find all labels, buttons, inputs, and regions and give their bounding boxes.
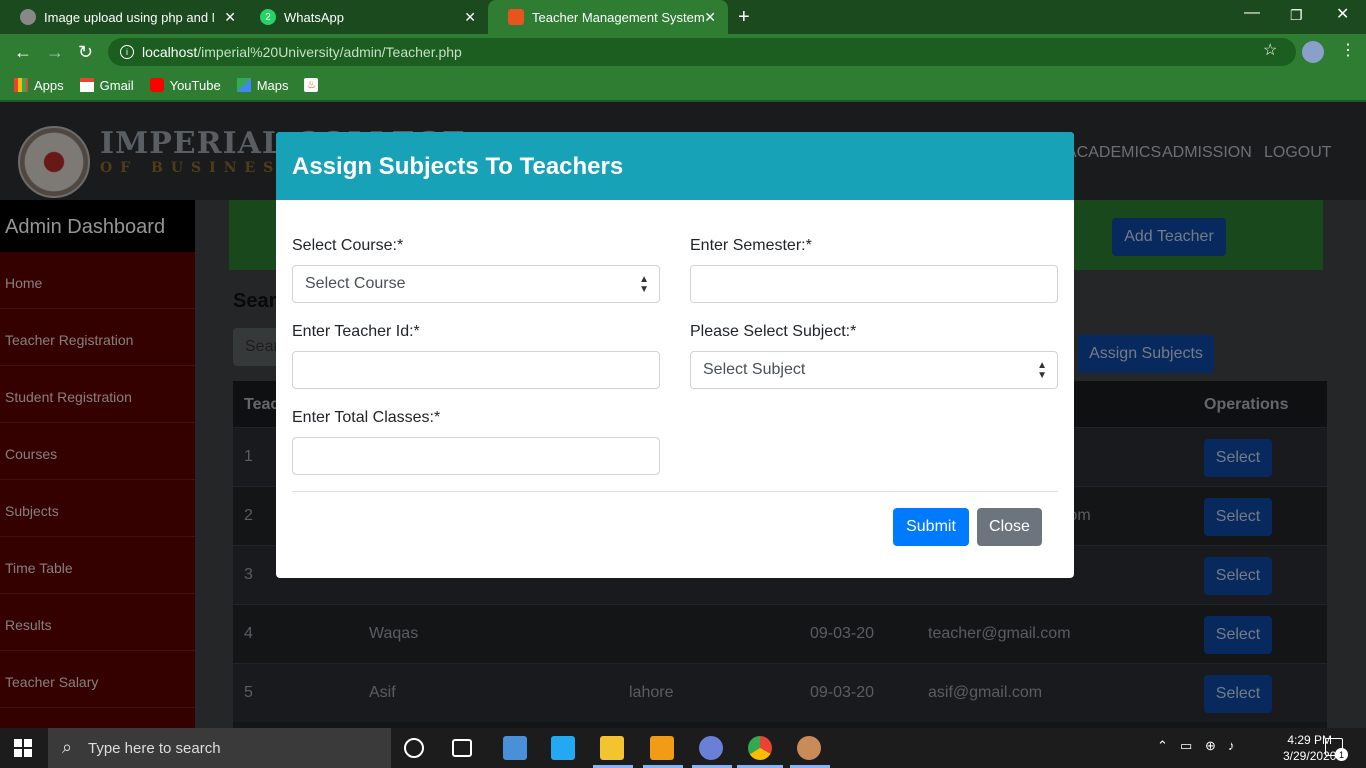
maps-icon <box>236 78 251 92</box>
bookmark-unnamed[interactable]: ♨ <box>304 78 319 92</box>
submit-button[interactable]: Submit <box>893 508 969 546</box>
tab-whatsapp[interactable]: 2 WhatsApp ✕ <box>240 0 488 34</box>
minimize-icon[interactable]: — <box>1244 4 1260 22</box>
whatsapp-icon: 2 <box>260 9 276 25</box>
info-icon[interactable]: i <box>120 45 134 59</box>
bookmark-youtube[interactable]: YouTube <box>149 78 221 93</box>
paint-icon[interactable] <box>797 736 821 760</box>
bookmark-apps[interactable]: Apps <box>14 78 64 93</box>
select-caret-icon: ▲ ▼ <box>639 274 649 295</box>
chrome-alt-icon[interactable] <box>699 736 723 760</box>
modal-title: Assign Subjects To Teachers <box>276 132 1074 200</box>
subject-label: Please Select Subject:* <box>690 323 857 340</box>
course-label: Select Course:* <box>292 237 404 254</box>
close-tab-icon[interactable]: ✕ <box>224 9 236 26</box>
battery-icon[interactable]: ▭ <box>1180 738 1192 754</box>
course-select[interactable]: Select Course ▲ ▼ <box>292 265 660 303</box>
kebab-menu-icon[interactable]: ⋮ <box>1340 40 1356 60</box>
cortana-icon[interactable] <box>404 738 424 758</box>
assign-subjects-modal: Assign Subjects To Teachers Select Cours… <box>276 132 1074 578</box>
network-globe-icon[interactable]: ⊕ <box>1205 738 1216 754</box>
new-tab-icon[interactable]: + <box>738 6 750 29</box>
vscode-icon[interactable] <box>551 736 575 760</box>
devices-app-icon[interactable] <box>503 736 527 760</box>
forward-arrow-icon[interactable]: → <box>46 42 64 63</box>
chrome-icon[interactable] <box>748 736 772 760</box>
notification-badge: 1 <box>1335 748 1348 761</box>
bookmark-maps[interactable]: Maps <box>236 78 288 93</box>
xampp-icon <box>508 9 524 25</box>
semester-label: Enter Semester:* <box>690 237 812 254</box>
address-bar-row: ← → ↻ i localhost/imperial%20University/… <box>0 34 1366 70</box>
youtube-icon <box>149 78 164 92</box>
gmail-icon <box>79 78 94 92</box>
close-tab-icon[interactable]: ✕ <box>704 9 716 26</box>
bookmarks-bar: Apps Gmail YouTube Maps ♨ <box>0 70 1366 100</box>
tab-teacher-management[interactable]: Teacher Management System ✕ <box>488 0 728 34</box>
close-tab-icon[interactable]: ✕ <box>464 9 476 26</box>
flame-icon: ♨ <box>304 78 319 92</box>
tab-image-upload[interactable]: Image upload using php and My ✕ <box>0 0 248 34</box>
windows-start-icon[interactable] <box>14 739 32 757</box>
bookmark-star-icon[interactable]: ☆ <box>1263 40 1277 60</box>
subject-select[interactable]: Select Subject ▲ ▼ <box>690 351 1058 389</box>
back-arrow-icon[interactable]: ← <box>14 42 32 63</box>
select-caret-icon: ▲ ▼ <box>1037 360 1047 381</box>
close-window-icon[interactable]: ✕ <box>1336 4 1349 24</box>
total-classes-input[interactable] <box>292 437 660 475</box>
semester-input[interactable] <box>690 265 1058 303</box>
search-icon: ⌕ <box>62 737 73 757</box>
volume-icon[interactable]: ♪ <box>1228 738 1235 753</box>
taskbar-search-input[interactable]: ⌕ Type here to search <box>48 728 391 768</box>
reload-icon[interactable]: ↻ <box>78 42 93 63</box>
teacher-id-input[interactable] <box>292 351 660 389</box>
close-button[interactable]: Close <box>977 508 1042 546</box>
notification-center-icon[interactable]: 1 <box>1325 738 1348 761</box>
modal-divider <box>292 491 1058 492</box>
globe-icon <box>20 9 36 25</box>
windows-taskbar: ⌕ Type here to search ⌃ ▭ ⊕ ♪ 4:29 PM 3/… <box>0 728 1366 768</box>
total-classes-label: Enter Total Classes:* <box>292 409 441 426</box>
profile-avatar[interactable] <box>1302 41 1324 63</box>
chevron-up-icon[interactable]: ⌃ <box>1157 738 1168 754</box>
sublime-text-icon[interactable] <box>650 736 674 760</box>
url-input[interactable]: i localhost/imperial%20University/admin/… <box>108 38 1296 66</box>
teacher-id-label: Enter Teacher Id:* <box>292 323 420 340</box>
apps-grid-icon <box>14 78 28 92</box>
task-view-icon[interactable] <box>452 739 472 757</box>
bookmark-gmail[interactable]: Gmail <box>79 78 134 93</box>
browser-tab-bar: Image upload using php and My ✕ 2 WhatsA… <box>0 0 1366 34</box>
file-explorer-icon[interactable] <box>600 736 624 760</box>
restore-icon[interactable]: ❐ <box>1290 7 1303 24</box>
